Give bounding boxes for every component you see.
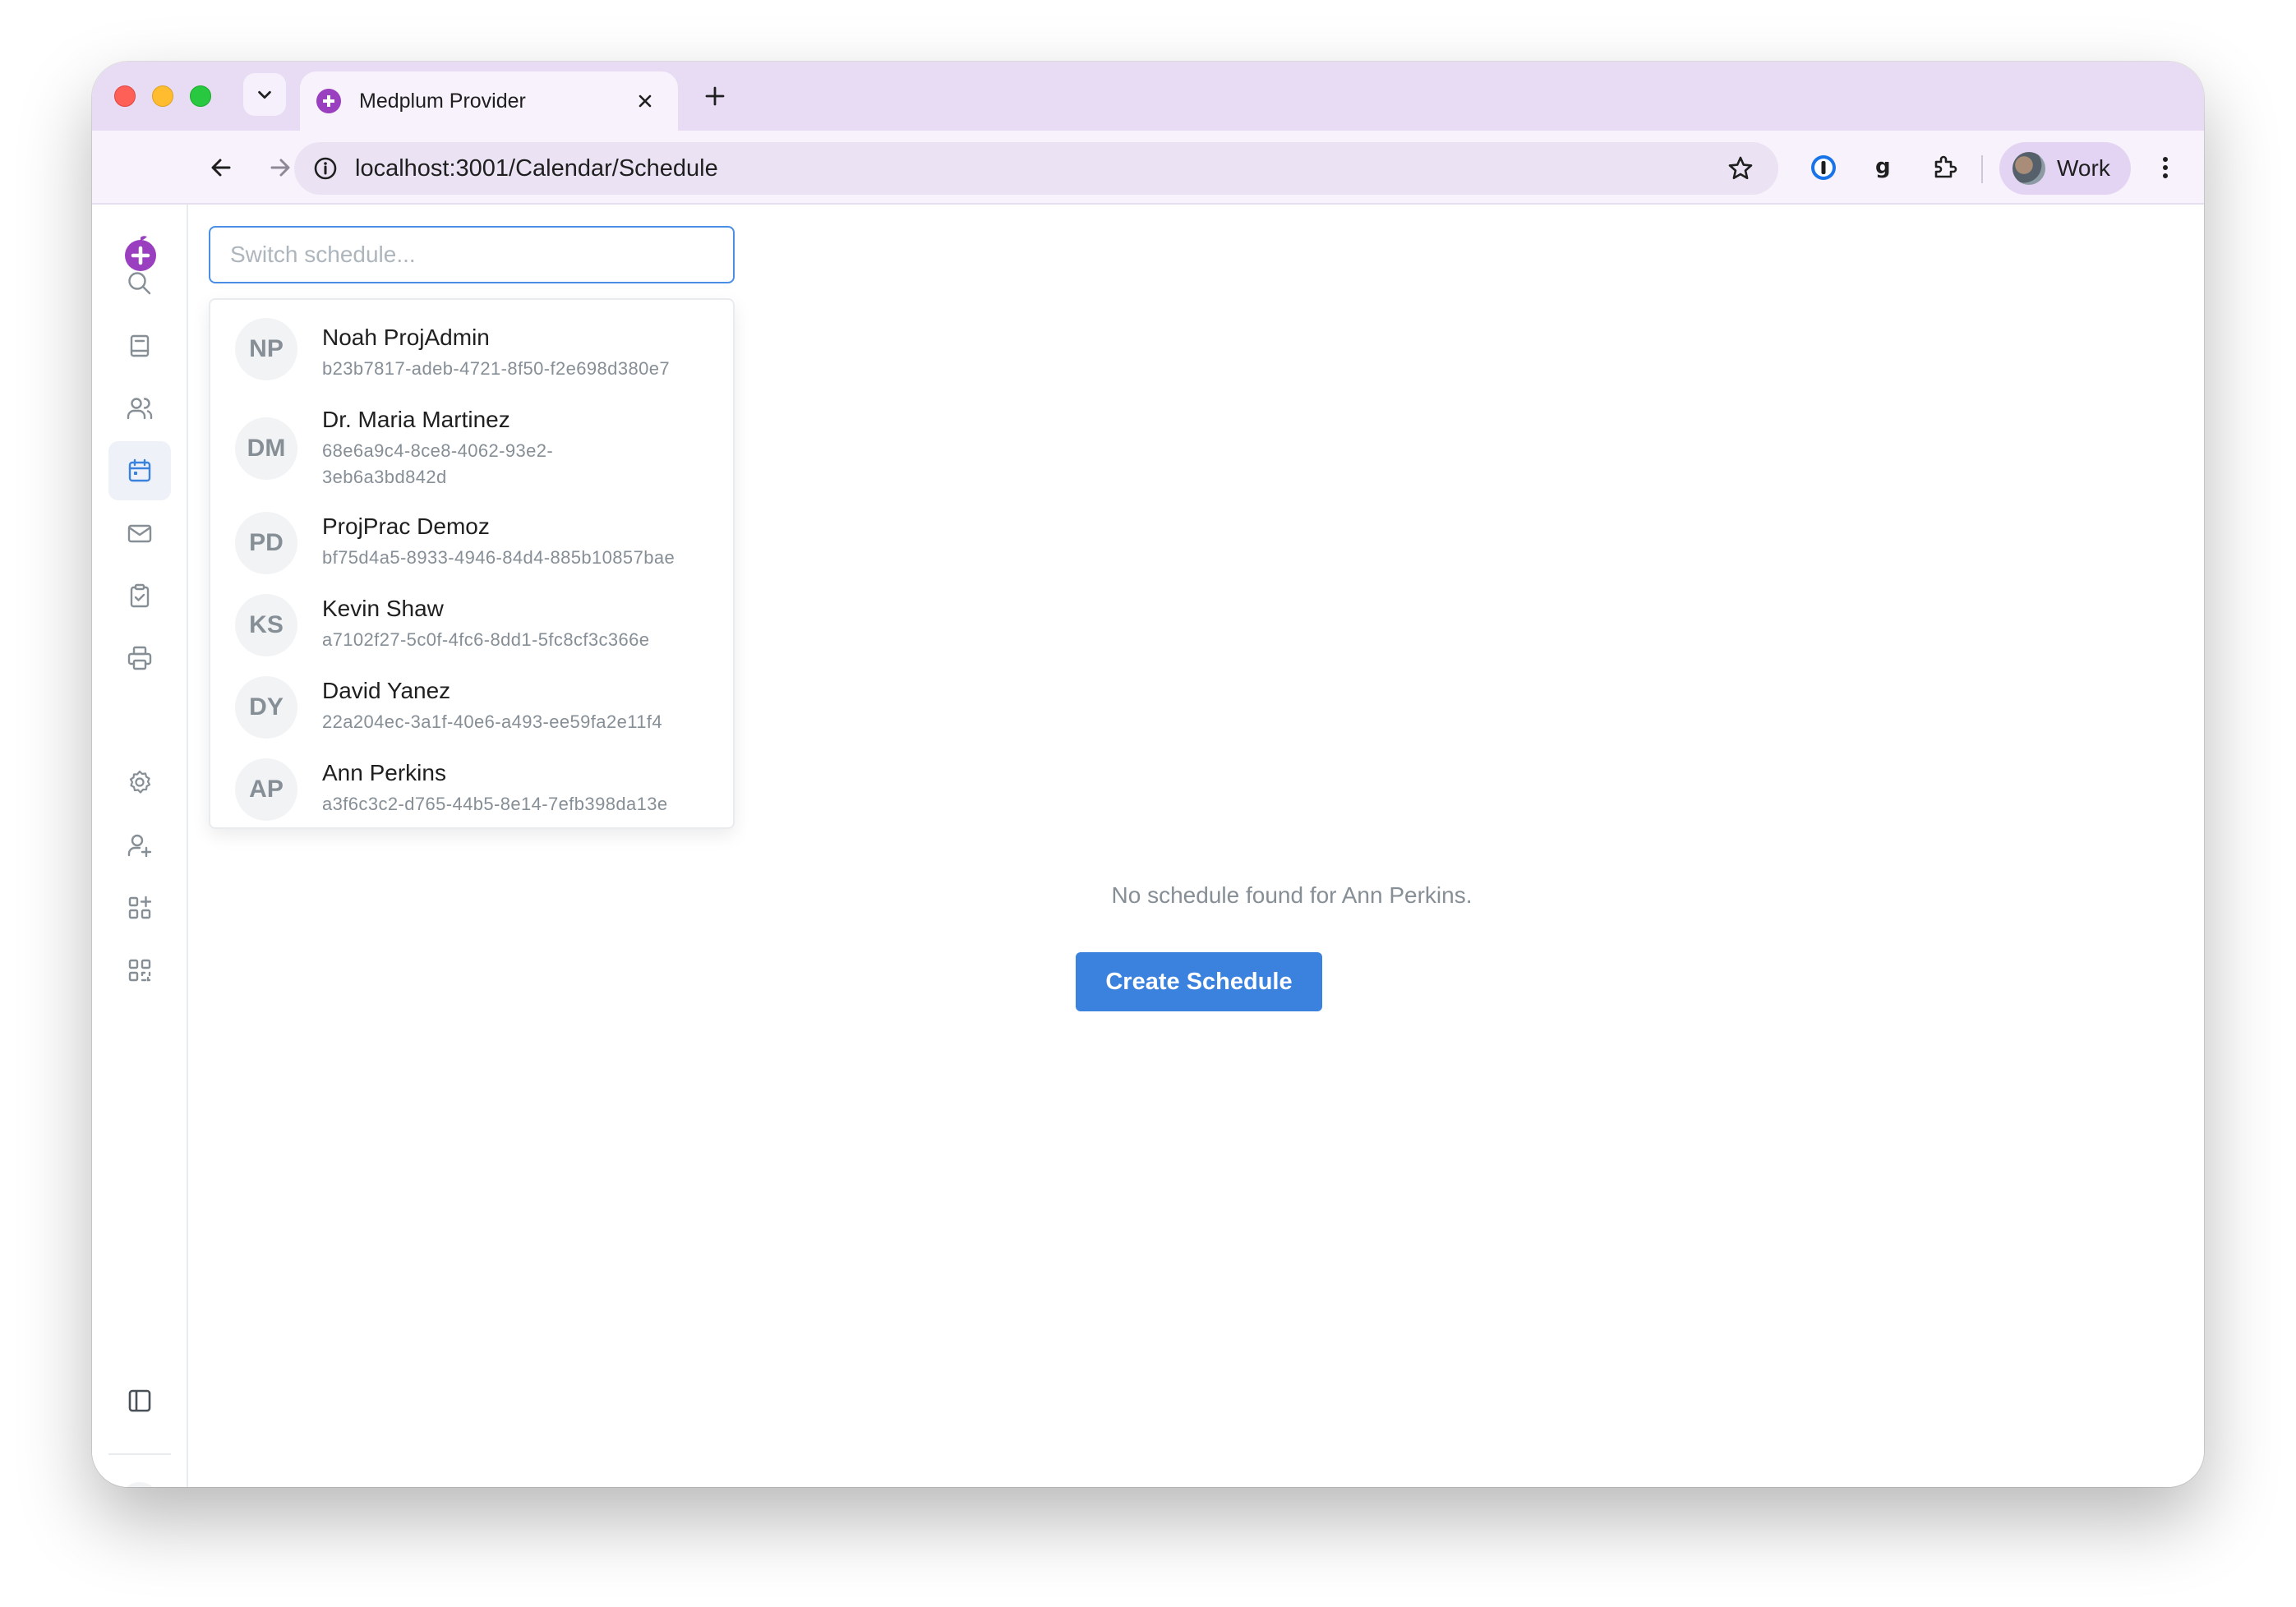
browser-toolbar: localhost:3001/Calendar/Schedule g Work xyxy=(92,131,2204,205)
users-icon xyxy=(127,398,153,420)
mail-icon xyxy=(127,524,152,543)
option-name: David Yanez xyxy=(322,678,451,703)
password-manager-extension-button[interactable] xyxy=(1805,149,1842,186)
password-manager-icon xyxy=(1811,155,1836,180)
settings-icon xyxy=(129,770,151,794)
address-bar[interactable]: localhost:3001/Calendar/Schedule xyxy=(294,142,1778,195)
sidebar-item-integrations[interactable] xyxy=(108,878,171,937)
option-id: a3f6c3c2-d765-44b5-8e14-7efb398da13e xyxy=(322,794,668,814)
medplum-favicon-icon xyxy=(316,89,341,113)
create-schedule-button[interactable]: Create Schedule xyxy=(1076,952,1322,1011)
qrcode-icon xyxy=(128,959,151,982)
browser-tab[interactable]: Medplum Provider xyxy=(300,71,678,131)
minimize-window-button[interactable] xyxy=(152,85,173,107)
option-name: ProjPrac Demoz xyxy=(322,513,490,539)
sidebar-item-invite[interactable] xyxy=(108,816,171,875)
sidebar-divider xyxy=(108,1453,171,1455)
profile-label: Work xyxy=(2057,155,2110,181)
option-avatar: DM xyxy=(235,417,297,480)
tab-close-button[interactable] xyxy=(629,85,662,117)
sidebar-item-settings[interactable] xyxy=(108,753,171,813)
svg-text:g: g xyxy=(1875,154,1891,179)
grammarly-icon: g xyxy=(1875,154,1891,179)
arrow-right-icon xyxy=(270,159,290,177)
close-window-button[interactable] xyxy=(114,85,136,107)
option-avatar: PD xyxy=(235,512,297,574)
option-avatar: AP xyxy=(235,758,297,821)
option-name: Ann Perkins xyxy=(322,760,446,785)
profile-button[interactable]: Work xyxy=(1999,142,2131,195)
schedule-option[interactable]: DY David Yanez 22a204ec-3a1f-40e6-a493-e… xyxy=(210,666,733,748)
option-id: 68e6a9c4-8ce8-4062-93e2-3eb6a3bd842d xyxy=(322,440,554,487)
tab-search-button[interactable] xyxy=(243,73,286,116)
sidebar-toggle-button[interactable] xyxy=(108,1371,171,1430)
option-avatar: NP xyxy=(235,318,297,380)
option-id: bf75d4a5-8933-4946-84d4-885b10857bae xyxy=(322,547,675,568)
chevron-down-icon xyxy=(258,90,271,99)
apps-plus-icon xyxy=(128,896,152,919)
sidebar-item-messages[interactable] xyxy=(108,504,171,563)
schedule-option[interactable]: PD ProjPrac Demoz bf75d4a5-8933-4946-84d… xyxy=(210,502,733,584)
user-avatar[interactable]: AP xyxy=(119,1482,160,1487)
printer-icon xyxy=(127,646,152,670)
tab-strip: Medplum Provider xyxy=(92,62,2204,131)
extensions-button[interactable] xyxy=(1926,149,1964,186)
schedule-option[interactable]: NP Noah ProjAdmin b23b7817-adeb-4721-8f5… xyxy=(210,306,733,395)
profile-avatar xyxy=(2012,152,2045,185)
site-info-icon[interactable] xyxy=(312,155,339,182)
clipboard-check-icon xyxy=(130,583,150,608)
option-avatar: DY xyxy=(235,676,297,739)
url-text: localhost:3001/Calendar/Schedule xyxy=(355,155,718,182)
user-plus-icon xyxy=(127,834,152,858)
option-id: 22a204ec-3a1f-40e6-a493-ee59fa2e11f4 xyxy=(322,711,662,732)
schedule-option[interactable]: DM Dr. Maria Martinez 68e6a9c4-8ce8-4062… xyxy=(210,395,733,502)
plus-icon xyxy=(705,86,725,106)
more-vertical-icon xyxy=(2163,157,2168,178)
option-name: Noah ProjAdmin xyxy=(322,325,490,350)
book-icon xyxy=(130,334,150,357)
option-id: b23b7817-adeb-4721-8f50-f2e698d380e7 xyxy=(322,358,670,379)
option-avatar: KS xyxy=(235,594,297,656)
sidebar-item-charts[interactable] xyxy=(108,316,171,375)
arrow-left-icon xyxy=(211,159,231,177)
tab-title: Medplum Provider xyxy=(359,89,526,113)
option-name: Kevin Shaw xyxy=(322,596,444,621)
browser-window: Medplum Provider localhost:3001/Calendar… xyxy=(92,62,2204,1487)
puzzle-icon xyxy=(1934,155,1957,178)
empty-schedule-message: No schedule found for Ann Perkins. xyxy=(1111,882,1473,908)
schedule-option[interactable]: AP Ann Perkins a3f6c3c2-d765-44b5-8e14-7… xyxy=(210,748,733,831)
sidebar: AP xyxy=(92,205,188,1487)
toolbar-divider xyxy=(1981,155,1983,183)
back-button[interactable] xyxy=(202,149,240,186)
option-name: Dr. Maria Martinez xyxy=(322,407,510,432)
sidebar-item-scan[interactable] xyxy=(108,941,171,1000)
layout-sidebar-icon xyxy=(128,1389,151,1412)
switch-schedule-input[interactable] xyxy=(209,226,735,283)
schedule-options-dropdown: NP Noah ProjAdmin b23b7817-adeb-4721-8f5… xyxy=(209,298,735,829)
new-tab-button[interactable] xyxy=(697,78,733,114)
sidebar-item-search[interactable] xyxy=(108,254,171,313)
sidebar-item-calendar[interactable] xyxy=(108,441,171,500)
search-icon xyxy=(128,272,151,295)
zoom-window-button[interactable] xyxy=(190,85,211,107)
bookmark-star-icon[interactable] xyxy=(1726,154,1755,183)
browser-menu-button[interactable] xyxy=(2146,149,2184,186)
close-icon xyxy=(639,94,652,108)
sidebar-item-print[interactable] xyxy=(108,629,171,688)
grammarly-extension-button[interactable]: g xyxy=(1865,149,1903,186)
sidebar-item-tasks[interactable] xyxy=(108,566,171,625)
option-id: a7102f27-5c0f-4fc6-8dd1-5fc8cf3c366e xyxy=(322,629,650,650)
schedule-option[interactable]: KS Kevin Shaw a7102f27-5c0f-4fc6-8dd1-5f… xyxy=(210,584,733,666)
sidebar-item-patients[interactable] xyxy=(108,379,171,438)
app-content: AP NP Noah ProjAdmin b23b7817-adeb-4721-… xyxy=(92,205,2204,1487)
calendar-icon xyxy=(128,458,151,482)
